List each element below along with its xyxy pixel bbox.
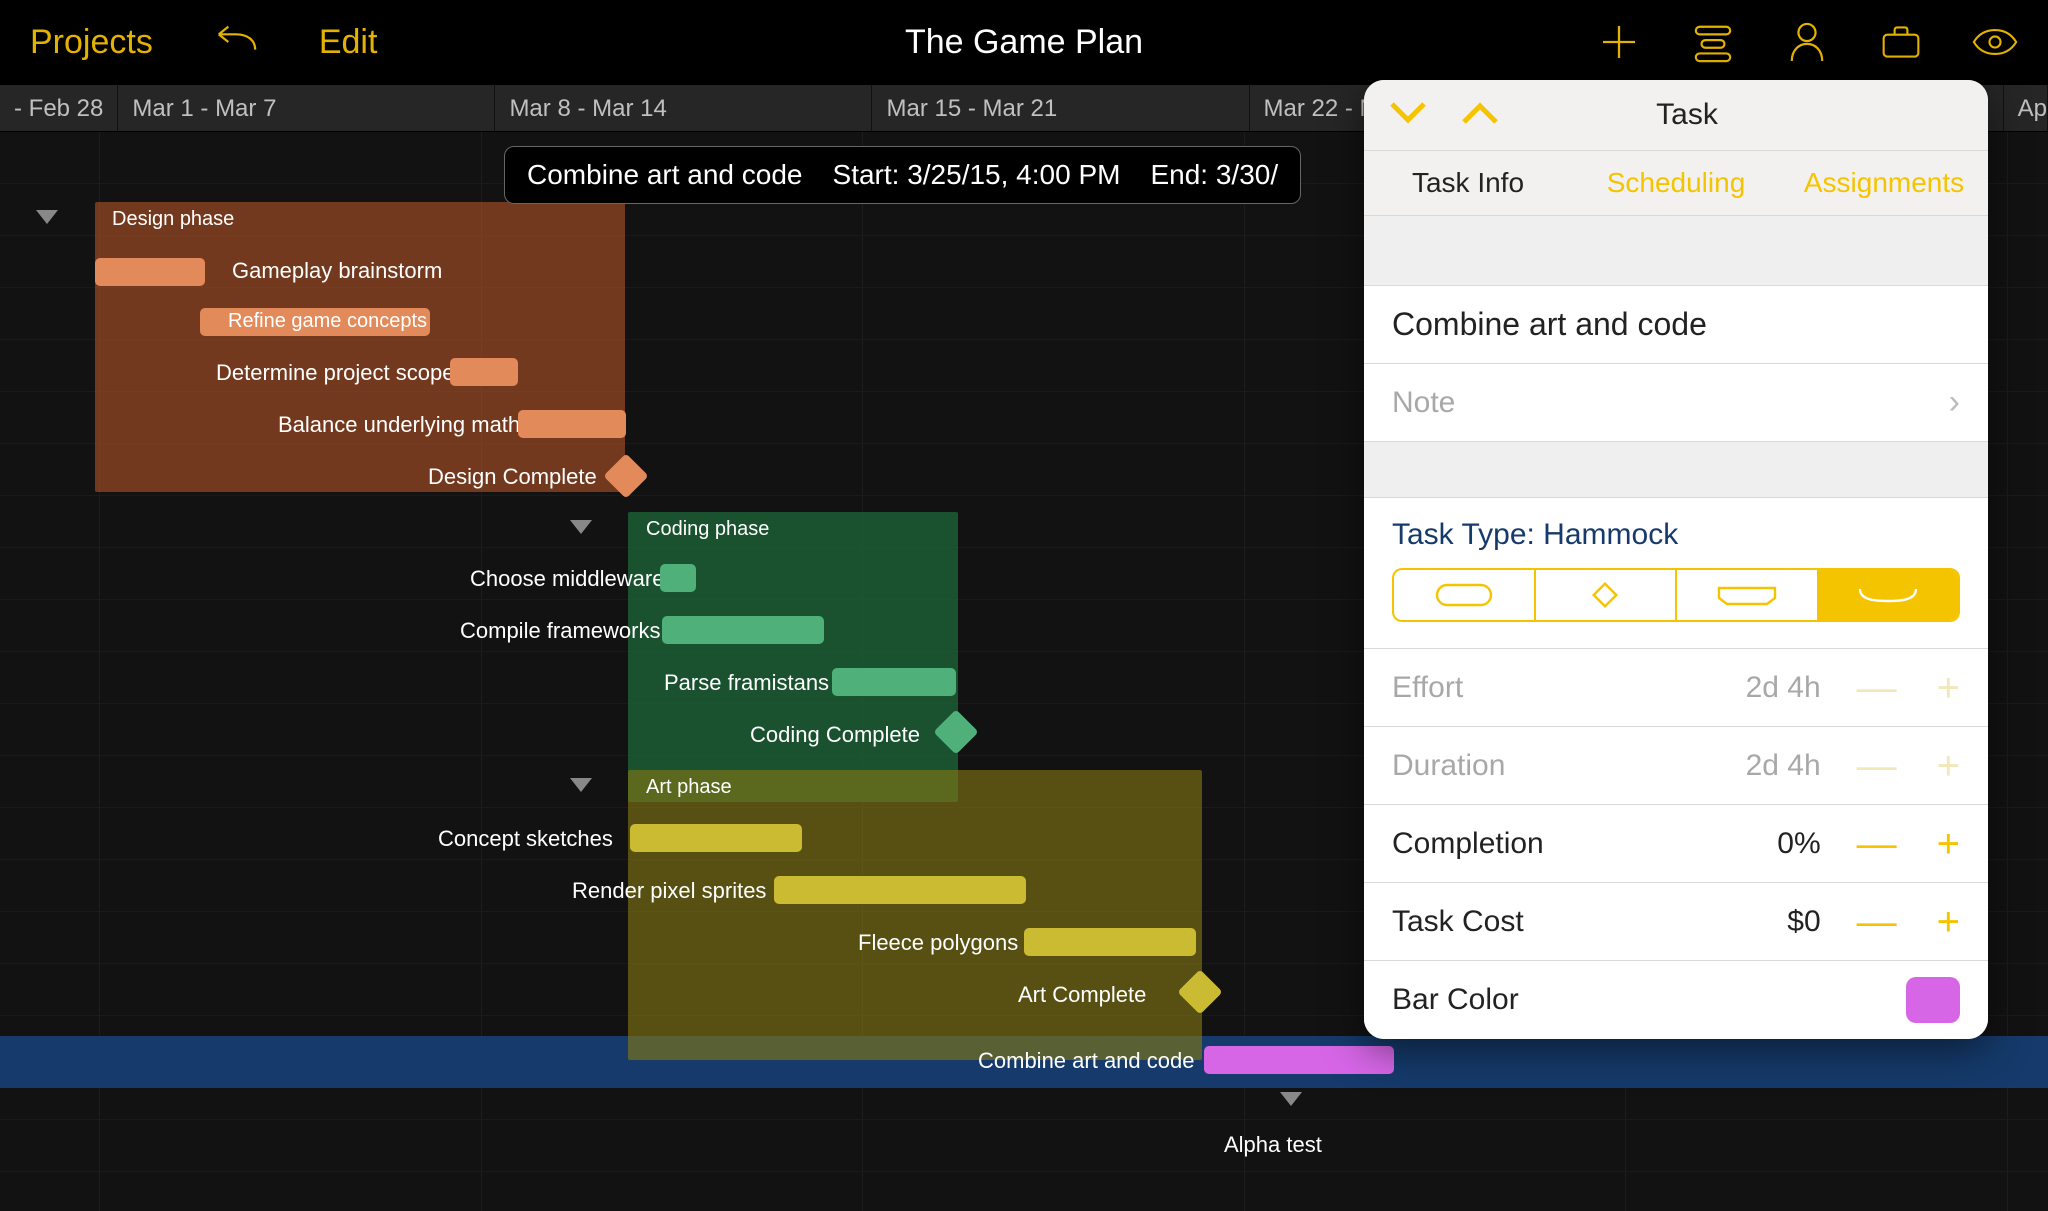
ruler-cell: Mar 8 - Mar 14: [495, 85, 872, 131]
tooltip-end: End: 3/30/: [1150, 159, 1278, 191]
group-design[interactable]: [95, 202, 625, 492]
task-label: Choose middleware: [470, 566, 664, 592]
completion-value: 0%: [1777, 827, 1820, 861]
task-label: Design phase: [112, 208, 234, 231]
task-label: Concept sketches: [438, 826, 613, 852]
task-label: Gameplay brainstorm: [232, 258, 442, 284]
task-bar[interactable]: [660, 564, 696, 592]
disclosure-caret[interactable]: [1280, 1092, 1302, 1106]
duration-row: Duration 2d 4h — +: [1364, 727, 1988, 805]
task-label: Refine game concepts: [228, 310, 427, 333]
completion-row: Completion 0% — +: [1364, 805, 1988, 883]
minus-icon[interactable]: —: [1857, 832, 1897, 856]
task-name-field[interactable]: Combine art and code: [1364, 286, 1988, 364]
minus-icon[interactable]: —: [1857, 676, 1897, 700]
effort-value: 2d 4h: [1746, 671, 1821, 705]
duration-label: Duration: [1392, 749, 1746, 783]
disclosure-caret[interactable]: [570, 520, 592, 534]
task-label: Alpha test: [1224, 1132, 1322, 1158]
task-label: Compile frameworks: [460, 618, 661, 644]
note-row[interactable]: Note ›: [1364, 364, 1988, 442]
task-inspector-icon[interactable]: [1690, 19, 1736, 65]
task-type-task[interactable]: [1394, 570, 1536, 620]
plus-icon[interactable]: +: [1937, 832, 1960, 856]
ruler-cell: Ap: [2004, 85, 2048, 131]
view-icon[interactable]: [1972, 19, 2018, 65]
task-bar[interactable]: [774, 876, 1026, 904]
plus-icon[interactable]: +: [1937, 754, 1960, 778]
task-bar-selected[interactable]: [1204, 1046, 1394, 1074]
group-coding[interactable]: [628, 512, 958, 802]
task-bar[interactable]: [518, 410, 626, 438]
completion-label: Completion: [1392, 827, 1777, 861]
tooltip-task-name: Combine art and code: [527, 159, 803, 191]
task-label: Determine project scope: [216, 360, 454, 386]
task-inspector-panel: Task Task Info Scheduling Assignments Co…: [1364, 80, 1988, 1039]
note-label: Note: [1392, 386, 1949, 420]
briefcase-icon[interactable]: [1878, 19, 1924, 65]
chevron-right-icon: ›: [1949, 383, 1960, 422]
task-type-hammock[interactable]: [1819, 570, 1959, 620]
ruler-cell: Mar 15 - Mar 21: [872, 85, 1249, 131]
cost-label: Task Cost: [1392, 905, 1787, 939]
task-label: Fleece polygons: [858, 930, 1018, 956]
tab-task-info[interactable]: Task Info: [1364, 151, 1572, 215]
panel-tabs: Task Info Scheduling Assignments: [1364, 150, 1988, 216]
document-title: The Game Plan: [570, 23, 1478, 62]
duration-value: 2d 4h: [1746, 749, 1821, 783]
group-art[interactable]: [628, 770, 1202, 1060]
task-type-milestone[interactable]: [1536, 570, 1678, 620]
task-cost-row: Task Cost $0 — +: [1364, 883, 1988, 961]
minus-icon[interactable]: —: [1857, 910, 1897, 934]
task-bar[interactable]: [1024, 928, 1196, 956]
task-name-text: Combine art and code: [1392, 306, 1960, 343]
panel-title: Task: [1410, 98, 1964, 132]
projects-button[interactable]: Projects: [30, 23, 153, 62]
tab-assignments[interactable]: Assignments: [1780, 151, 1988, 215]
plus-icon[interactable]: +: [1937, 910, 1960, 934]
bar-color-row[interactable]: Bar Color: [1364, 961, 1988, 1039]
task-type-group[interactable]: [1677, 570, 1819, 620]
tab-scheduling[interactable]: Scheduling: [1572, 151, 1780, 215]
task-label: Coding phase: [646, 518, 769, 541]
task-type-row: Task Type: Hammock: [1364, 498, 1988, 649]
cost-value: $0: [1787, 905, 1820, 939]
task-type-segmented: [1392, 568, 1960, 622]
barcolor-label: Bar Color: [1392, 983, 1906, 1017]
task-bar[interactable]: [95, 258, 205, 286]
panel-spacer: [1364, 442, 1988, 498]
task-bar[interactable]: [450, 358, 518, 386]
resources-icon[interactable]: [1784, 19, 1830, 65]
task-tooltip: Combine art and code Start: 3/25/15, 4:0…: [504, 146, 1301, 204]
add-icon[interactable]: [1596, 19, 1642, 65]
task-label: Coding Complete: [750, 722, 920, 748]
effort-label: Effort: [1392, 671, 1746, 705]
task-label: Render pixel sprites: [572, 878, 766, 904]
ruler-cell: - Feb 28: [0, 85, 118, 131]
panel-spacer: [1364, 216, 1988, 286]
undo-icon[interactable]: [213, 19, 259, 65]
task-label: Combine art and code: [978, 1048, 1194, 1074]
task-label: Design Complete: [428, 464, 597, 490]
ruler-cell: Mar 1 - Mar 7: [118, 85, 495, 131]
disclosure-caret[interactable]: [570, 778, 592, 792]
task-label: Parse framistans: [664, 670, 829, 696]
tooltip-start: Start: 3/25/15, 4:00 PM: [833, 159, 1121, 191]
edit-button[interactable]: Edit: [319, 23, 378, 62]
task-type-label: Task Type: Hammock: [1392, 518, 1678, 552]
minus-icon[interactable]: —: [1857, 754, 1897, 778]
disclosure-caret[interactable]: [36, 210, 58, 224]
top-toolbar: Projects Edit The Game Plan: [0, 0, 2048, 84]
task-label: Art Complete: [1018, 982, 1146, 1008]
task-bar[interactable]: [630, 824, 802, 852]
color-swatch[interactable]: [1906, 977, 1960, 1023]
task-bar[interactable]: [832, 668, 956, 696]
task-label: Art phase: [646, 776, 732, 799]
plus-icon[interactable]: +: [1937, 676, 1960, 700]
effort-row: Effort 2d 4h — +: [1364, 649, 1988, 727]
task-label: Balance underlying math: [278, 412, 520, 438]
task-bar[interactable]: [662, 616, 824, 644]
